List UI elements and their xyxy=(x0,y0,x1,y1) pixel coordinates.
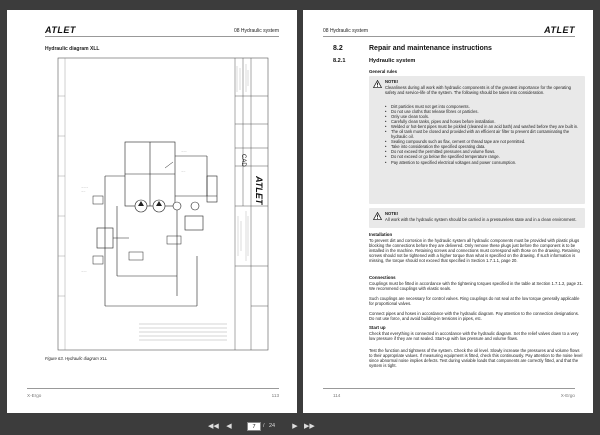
connections-text-2: Such couplings are necessary for control… xyxy=(369,296,580,307)
page-number: 113 xyxy=(271,393,279,398)
footer-divider xyxy=(27,388,279,389)
general-rules-heading: General rules xyxy=(369,69,398,74)
left-page: ATLET 08 Hydraulic system Hydraulic diag… xyxy=(7,10,297,413)
svg-text:..........: .......... xyxy=(81,186,88,189)
header-title: 08 Hydraulic system xyxy=(233,28,279,34)
brand-logo: ATLET xyxy=(544,25,575,35)
svg-text:........: ........ xyxy=(81,270,87,273)
section-number: 8.2 xyxy=(333,45,343,52)
footer-divider xyxy=(323,388,575,389)
list-item: Pay attention to specified electrical vo… xyxy=(385,160,581,165)
total-pages: 24 xyxy=(269,423,276,429)
connections-text-3: Connect pipes and hoses in accordance wi… xyxy=(369,311,579,322)
note-text: All work with the hydraulic system shoul… xyxy=(385,216,577,222)
page-number: 114 xyxy=(333,393,341,398)
hydraulic-diagram: ATLET CAD .......... ...... ........ ...… xyxy=(57,57,269,351)
right-page: 08 Hydraulic system ATLET 8.2 Repair and… xyxy=(303,10,593,413)
current-page-field[interactable]: 7 xyxy=(247,422,261,431)
header-title: 08 Hydraulic system xyxy=(323,28,369,34)
svg-text:......: ...... xyxy=(81,190,86,193)
rules-list: Dirt particles must not get into compone… xyxy=(385,104,581,165)
header-divider xyxy=(323,36,575,37)
subsection-number: 8.2.1 xyxy=(333,58,346,64)
last-page-icon[interactable]: ▶▶ xyxy=(304,421,315,432)
title-block-cad: CAD xyxy=(240,154,246,167)
pdf-viewer-toolbar: ◀◀ ◀ 7 / 24 ▶ ▶▶ xyxy=(0,419,600,435)
startup-heading: Start up xyxy=(369,325,386,330)
subsection-title: Hydraulic system xyxy=(369,58,416,64)
title-block-logo: ATLET xyxy=(254,175,264,206)
footer-product: X-Ergo xyxy=(27,393,42,398)
list-item: The oil tank must be closed and provided… xyxy=(385,129,581,139)
note-box-cleanliness: NOTE! Cleanliness during all work with h… xyxy=(369,76,585,204)
diagram-title: Hydraulic diagram XLL xyxy=(45,46,100,52)
startup-text-1: Check that everything is connected in ac… xyxy=(369,331,579,342)
note-label: NOTE! xyxy=(385,79,399,84)
previous-page-icon[interactable]: ◀ xyxy=(224,421,234,432)
connections-text-1: Couplings must be fitted in accordance w… xyxy=(369,281,583,292)
section-title: Repair and maintenance instructions xyxy=(369,45,492,52)
next-page-icon[interactable]: ▶ xyxy=(290,421,300,432)
warning-icon xyxy=(373,212,382,220)
installation-heading: Installation xyxy=(369,232,393,237)
note-text: Cleanliness during all work with hydraul… xyxy=(385,85,571,96)
note-box-pressureless: NOTE! All work with the hydraulic system… xyxy=(369,208,585,228)
warning-icon xyxy=(373,80,382,88)
note-label: NOTE! xyxy=(385,211,399,216)
startup-text-2: Test the function and tightness of the s… xyxy=(369,348,583,369)
first-page-icon[interactable]: ◀◀ xyxy=(208,421,219,432)
svg-text:........: ........ xyxy=(181,150,187,153)
connections-heading: Connections xyxy=(369,275,396,280)
svg-text:......: ...... xyxy=(181,170,186,173)
page-separator: / xyxy=(263,423,265,429)
footer-product: X-Ergo xyxy=(560,393,575,398)
installation-text: To prevent dirt and corrosion in the hyd… xyxy=(369,238,580,264)
figure-caption: Figure 63. Hydraulic diagram XLL xyxy=(45,356,108,361)
brand-logo: ATLET xyxy=(45,25,76,35)
header-divider xyxy=(45,36,279,37)
